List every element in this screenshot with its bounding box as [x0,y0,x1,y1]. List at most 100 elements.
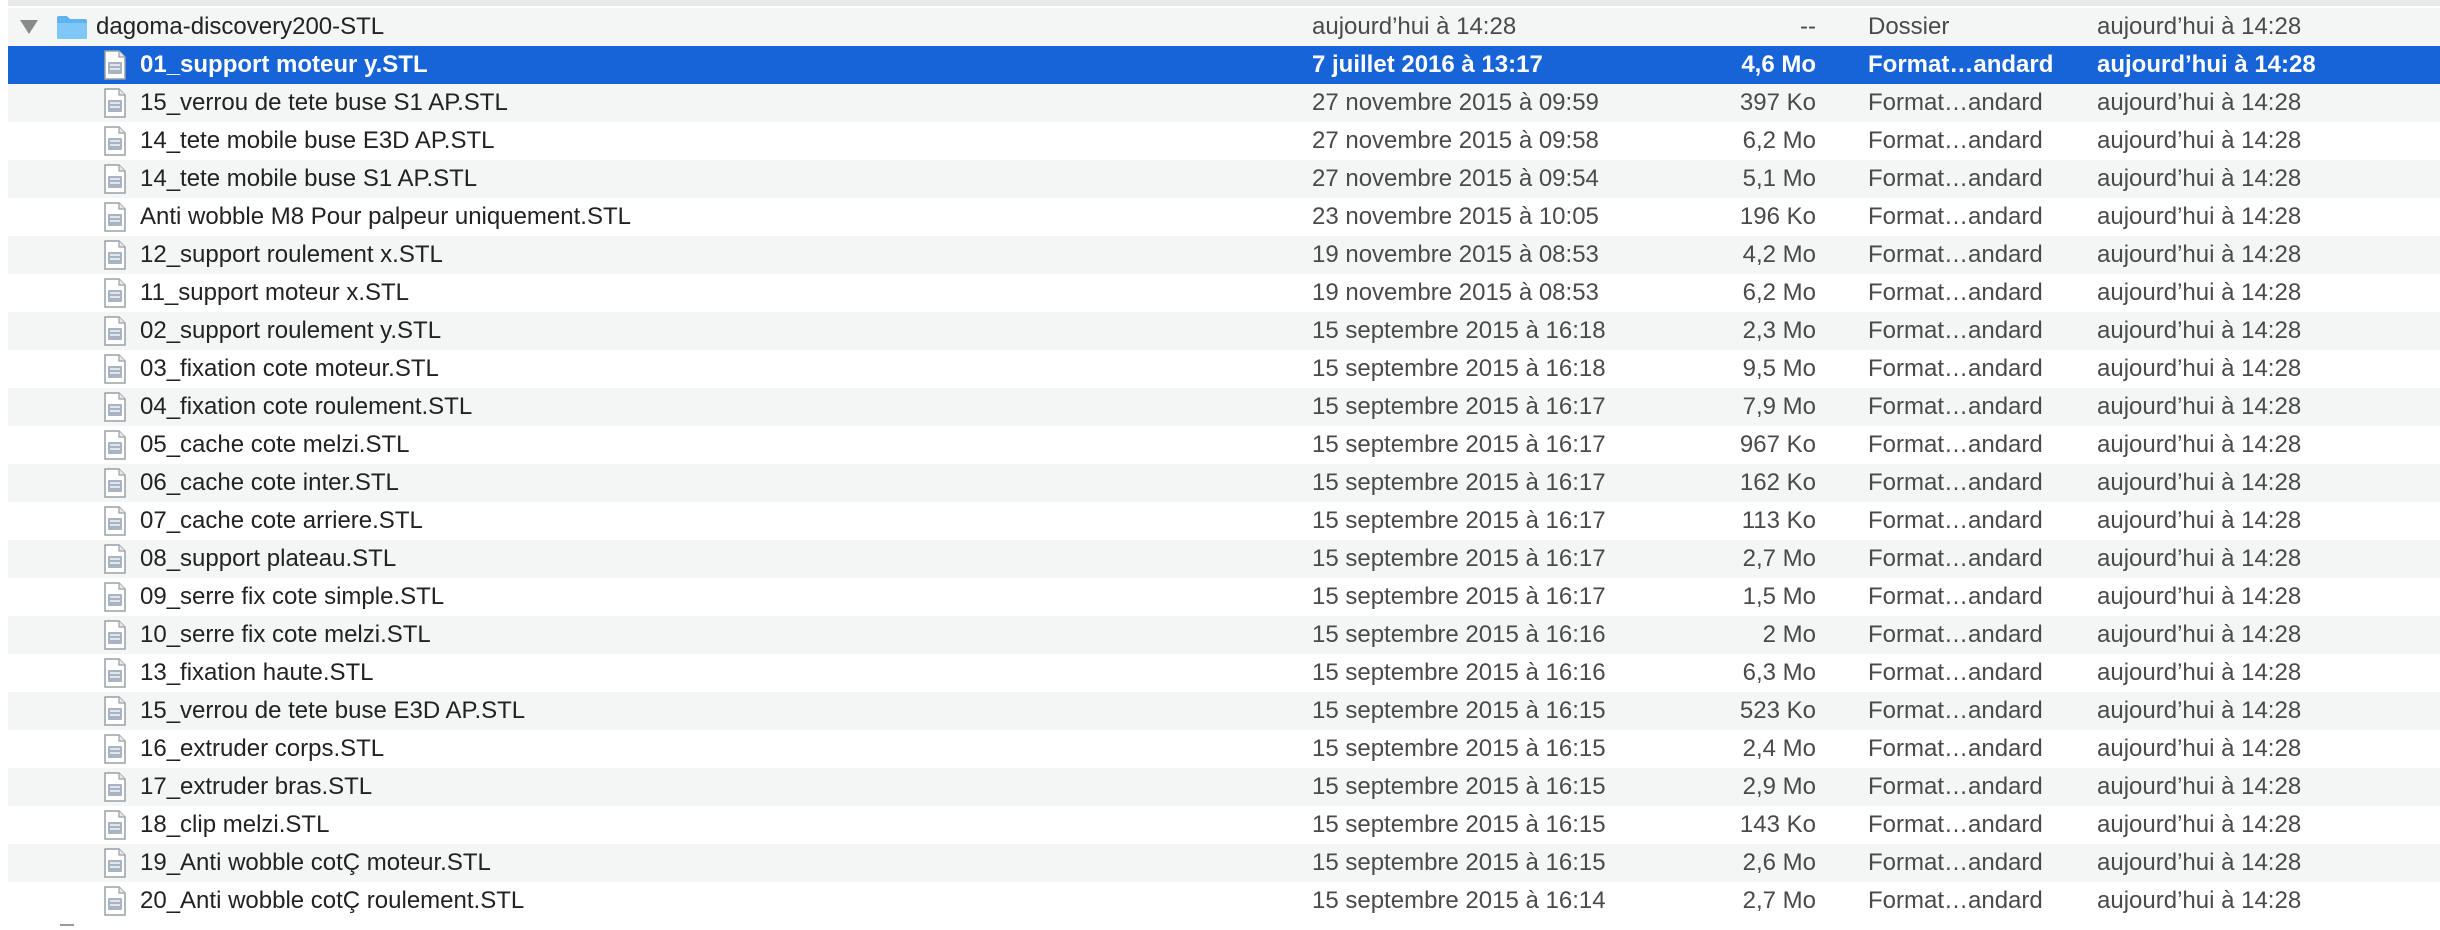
file-name: 14_tete mobile buse S1 AP.STL [140,165,478,192]
folder-row[interactable]: dagoma-discovery200-STL aujourd’hui à 14… [0,8,2440,46]
file-size: 4,2 Mo [1742,241,1816,268]
file-name: 14_tete mobile buse E3D AP.STL [140,127,495,154]
stl-document-icon [104,126,126,156]
stl-document-icon [104,696,126,726]
file-kind: Format…andard [1868,317,2043,344]
folder-date-added: aujourd’hui à 14:28 [2097,13,2302,40]
file-row[interactable]: 15_verrou de tete buse S1 AP.STL 27 novem… [0,84,2440,122]
stl-document-icon [104,278,126,308]
stl-document-icon [104,468,126,498]
file-date-added: aujourd’hui à 14:28 [2097,773,2302,800]
file-date-modified: 15 septembre 2015 à 16:15 [1312,811,1606,838]
file-date-modified: 15 septembre 2015 à 16:18 [1312,355,1606,382]
file-name: 09_serre fix cote simple.STL [140,583,445,610]
file-name: 17_extruder bras.STL [140,773,373,800]
file-row[interactable]: 03_fixation cote moteur.STL 15 septembre … [0,350,2440,388]
file-name: 02_support roulement y.STL [140,317,442,344]
file-date-modified: 15 septembre 2015 à 16:17 [1312,431,1606,458]
stl-document-icon [104,772,126,802]
stl-document-icon [104,506,126,536]
file-date-modified: 27 novembre 2015 à 09:58 [1312,127,1599,154]
file-date-modified: 27 novembre 2015 à 09:54 [1312,165,1599,192]
file-date-added: aujourd’hui à 14:28 [2097,659,2302,686]
file-size: 967 Ko [1739,431,1816,458]
file-row[interactable]: 06_cache cote inter.STL 15 septembre 2015… [0,464,2440,502]
file-row[interactable]: 16_extruder corps.STL 15 septembre 2015 à… [0,730,2440,768]
file-name: 07_cache cote arriere.STL [140,507,423,534]
file-name: 19_Anti wobble cotÇ moteur.STL [140,849,491,876]
file-row[interactable]: 09_serre fix cote simple.STL 15 septembre… [0,578,2440,616]
file-date-added: aujourd’hui à 14:28 [2097,735,2302,762]
file-kind: Format…andard [1868,811,2043,838]
file-name: 05_cache cote melzi.STL [140,431,410,458]
file-size: 2 Mo [1762,621,1816,648]
file-date-added: aujourd’hui à 14:28 [2097,279,2302,306]
file-kind: Format…andard [1868,621,2043,648]
file-row[interactable]: 20_Anti wobble cotÇ roulement.STL 15 sept… [0,882,2440,920]
file-row[interactable]: 13_fixation haute.STL 15 septembre 2015 à… [0,654,2440,692]
file-date-added: aujourd’hui à 14:28 [2097,89,2302,116]
file-row[interactable]: 08_support plateau.STL 15 septembre 2015 … [0,540,2440,578]
file-row[interactable]: 10_serre fix cote melzi.STL 15 septembre … [0,616,2440,654]
file-kind: Format…andard [1868,355,2043,382]
header-separator [0,0,2440,6]
file-date-modified: 15 septembre 2015 à 16:18 [1312,317,1606,344]
file-date-added: aujourd’hui à 14:28 [2097,317,2302,344]
file-date-added: aujourd’hui à 14:28 [2097,621,2302,648]
file-row[interactable]: 17_extruder bras.STL 15 septembre 2015 à … [0,768,2440,806]
file-row[interactable]: 14_tete mobile buse E3D AP.STL 27 novembr… [0,122,2440,160]
folder-size: -- [1800,13,1816,40]
file-kind: Format…andard [1868,545,2043,572]
file-row[interactable]: 11_support moteur x.STL 19 novembre 2015 … [0,274,2440,312]
file-date-modified: 15 septembre 2015 à 16:17 [1312,393,1606,420]
left-gutter [0,0,8,930]
file-size: 2,7 Mo [1742,545,1816,572]
file-date-added: aujourd’hui à 14:28 [2097,431,2302,458]
file-name: 13_fixation haute.STL [140,659,374,686]
file-name: 04_fixation cote roulement.STL [140,393,473,420]
file-kind: Format…andard [1868,431,2043,458]
file-row[interactable]: 15_verrou de tete buse E3D AP.STL 15 sept… [0,692,2440,730]
file-date-modified: 15 septembre 2015 à 16:16 [1312,659,1606,686]
file-kind: Format…andard [1868,89,2043,116]
file-date-added: aujourd’hui à 14:28 [2097,127,2302,154]
file-kind: Format…andard [1868,279,2043,306]
file-date-added: aujourd’hui à 14:28 [2097,203,2302,230]
file-kind: Format…andard [1868,735,2043,762]
file-row[interactable]: 01_support moteur y.STL 7 juillet 2016 à … [0,46,2440,84]
stl-document-icon [104,620,126,650]
file-kind: Format…andard [1868,887,2043,914]
disclosure-triangle-icon[interactable] [20,20,38,34]
file-row[interactable]: 18_clip melzi.STL 15 septembre 2015 à 16:… [0,806,2440,844]
file-row[interactable]: 07_cache cote arriere.STL 15 septembre 20… [0,502,2440,540]
file-row[interactable]: 12_support roulement x.STL 19 novembre 20… [0,236,2440,274]
file-size: 7,9 Mo [1742,393,1816,420]
file-date-modified: 15 septembre 2015 à 16:17 [1312,469,1606,496]
file-name: 10_serre fix cote melzi.STL [140,621,431,648]
file-kind: Format…andard [1868,51,2054,78]
file-date-modified: 15 septembre 2015 à 16:16 [1312,621,1606,648]
stl-document-icon [104,848,126,878]
stl-document-icon [104,582,126,612]
file-row[interactable]: 02_support roulement y.STL 15 septembre 2… [0,312,2440,350]
file-kind: Format…andard [1868,849,2043,876]
file-row[interactable]: Anti wobble M8 Pour palpeur uniquement.S… [0,198,2440,236]
file-size: 162 Ko [1739,469,1816,496]
file-row[interactable]: 05_cache cote melzi.STL 15 septembre 2015… [0,426,2440,464]
file-name: 20_Anti wobble cotÇ roulement.STL [140,887,525,914]
file-date-modified: 15 septembre 2015 à 16:17 [1312,545,1606,572]
file-row[interactable]: 04_fixation cote roulement.STL 15 septemb… [0,388,2440,426]
stl-document-icon [104,316,126,346]
stl-document-icon [104,734,126,764]
file-size: 143 Ko [1739,811,1816,838]
finder-list-view: dagoma-discovery200-STL aujourd’hui à 14… [0,0,2440,930]
file-row[interactable]: 14_tete mobile buse S1 AP.STL 27 novembre… [0,160,2440,198]
stl-document-icon [104,886,126,916]
file-kind: Format…andard [1868,127,2043,154]
file-kind: Format…andard [1868,203,2043,230]
stl-document-icon [104,202,126,232]
file-row[interactable]: 19_Anti wobble cotÇ moteur.STL 15 septemb… [0,844,2440,882]
file-kind: Format…andard [1868,165,2043,192]
file-name: 06_cache cote inter.STL [140,469,399,496]
stl-document-icon [104,810,126,840]
